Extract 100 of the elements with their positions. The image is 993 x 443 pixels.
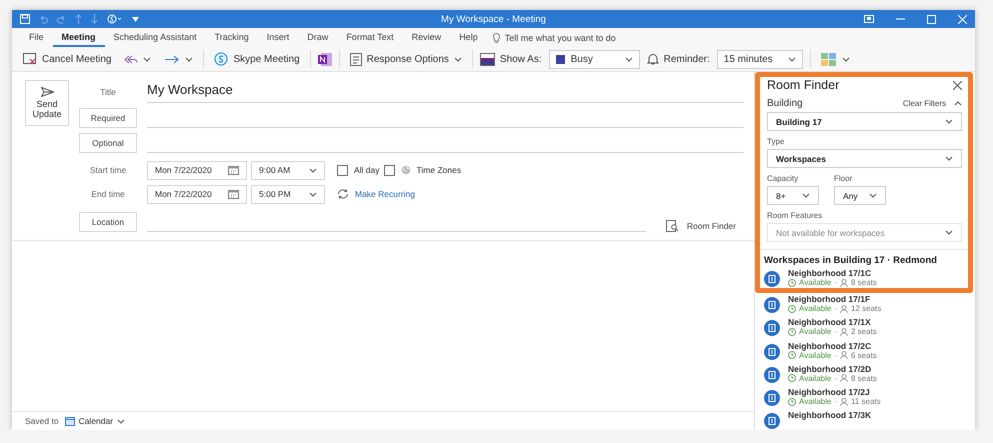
skype-meeting-button[interactable]: Skype Meeting: [211, 50, 303, 68]
skype-icon: [214, 52, 228, 66]
door-icon: [768, 348, 776, 356]
clock-icon: [788, 398, 796, 406]
availability-status: Available: [799, 374, 832, 383]
person-icon: [840, 328, 848, 336]
room-features-dropdown: Not available for workspaces: [767, 223, 962, 242]
workspace-name[interactable]: Neighborhood 17/1C: [788, 268, 877, 278]
ribbon-tab[interactable]: Tracking: [206, 28, 258, 46]
response-options-button[interactable]: Response Options: [346, 50, 465, 68]
cancel-meeting-button[interactable]: Cancel Meeting: [20, 51, 114, 67]
required-attendees-button[interactable]: Required: [79, 108, 137, 128]
send-update-button[interactable]: Send Update: [25, 80, 69, 126]
right-arrow-icon: [164, 54, 180, 64]
separator-dot: ·: [834, 327, 837, 336]
seat-count: 11 seats: [851, 397, 881, 406]
floor-dropdown[interactable]: Any: [834, 186, 886, 205]
floor-label: Floor: [834, 174, 854, 183]
building-dropdown[interactable]: Building 17: [767, 112, 962, 131]
calendar-icon[interactable]: [228, 165, 239, 175]
results-heading: Workspaces in Building 17 · Redmond: [760, 249, 968, 266]
calendar-cross-icon: [23, 53, 37, 65]
person-icon: [840, 304, 848, 312]
send-icon: [40, 86, 54, 97]
door-icon: [768, 394, 776, 402]
minimize-icon[interactable]: [896, 18, 905, 20]
seat-count: 6 seats: [851, 350, 877, 360]
maximize-icon[interactable]: [927, 14, 936, 24]
caret-icon: [842, 56, 850, 62]
ribbon-tab[interactable]: File: [20, 28, 53, 46]
type-dropdown[interactable]: Workspaces: [767, 149, 962, 168]
separator-dot: ·: [834, 304, 837, 313]
optional-attendees-button[interactable]: Optional: [79, 132, 137, 152]
caret-icon: [945, 156, 953, 161]
person-icon: [840, 398, 848, 406]
caret-icon: [454, 56, 462, 62]
door-icon: [768, 275, 776, 283]
door-icon: [768, 417, 776, 426]
caret-icon: [945, 119, 953, 124]
clear-filters-button[interactable]: Clear Filters: [902, 99, 962, 108]
checkbox[interactable]: [337, 164, 348, 176]
workspace-name[interactable]: Neighborhood 17/3K: [788, 410, 872, 420]
workspace-name[interactable]: Neighborhood 17/2D: [788, 364, 877, 374]
workspace-name[interactable]: Neighborhood 17/2C: [788, 340, 877, 351]
start-date-field[interactable]: Mon 7/22/2020: [147, 160, 247, 180]
square-icon: [556, 54, 565, 64]
person-icon: [840, 374, 848, 382]
separator-dot: ·: [834, 374, 837, 383]
capacity-dropdown[interactable]: 8+: [767, 186, 819, 205]
availability-status: Available: [799, 327, 832, 336]
seat-count: 8 seats: [851, 278, 877, 287]
customize-toolbar-icon[interactable]: [132, 16, 139, 22]
make-recurring-link[interactable]: Make Recurring: [355, 189, 415, 199]
start-time-label: Start time: [88, 165, 128, 175]
ribbon-tab[interactable]: Format Text: [337, 28, 403, 46]
availability-status: Available: [799, 350, 832, 360]
separator-dot: ·: [834, 278, 837, 287]
notebook-icon[interactable]: [318, 52, 332, 66]
calendar-dropdown[interactable]: Calendar: [64, 416, 126, 426]
recurrence-icon: [337, 189, 349, 199]
building-label: Building: [767, 98, 803, 109]
reminder-dropdown[interactable]: 15 minutes: [716, 50, 803, 68]
location-button[interactable]: Location: [79, 212, 137, 232]
ribbon-display-icon[interactable]: [864, 15, 874, 23]
ribbon-tab[interactable]: Review: [402, 28, 450, 46]
type-label: Type: [767, 137, 786, 146]
end-time-label: End time: [90, 189, 126, 199]
bell-icon: [646, 53, 659, 65]
separator-dot: ·: [834, 350, 837, 360]
show-as-dropdown[interactable]: Busy: [548, 50, 640, 68]
save-icon[interactable]: [20, 14, 30, 24]
clock-icon: [788, 328, 796, 336]
ribbon-tab[interactable]: Help: [450, 28, 487, 46]
seat-count: 12 seats: [851, 304, 882, 313]
show-as-icon: [480, 52, 495, 66]
clock-icon: [788, 304, 796, 312]
title-field[interactable]: My Workspace: [147, 80, 744, 103]
close-icon[interactable]: [953, 80, 962, 90]
caret-icon: [143, 56, 152, 62]
workspace-name[interactable]: Neighborhood 17/1F: [788, 294, 882, 304]
start-time-dropdown[interactable]: 9:00 AM: [251, 160, 325, 180]
caret-icon: [309, 192, 317, 196]
ribbon-tab[interactable]: Draw: [298, 28, 338, 46]
workspace-name[interactable]: Neighborhood 17/1X: [788, 317, 877, 328]
end-date-field[interactable]: Mon 7/22/2020: [147, 184, 247, 204]
grid-icon: [820, 52, 837, 66]
list-icon: [350, 52, 362, 66]
end-time-dropdown[interactable]: 5:00 PM: [251, 184, 325, 204]
room-finder-button[interactable]: Room Finder: [666, 220, 744, 232]
search-field[interactable]: Tell me what you want to do: [504, 32, 616, 42]
calendar-icon[interactable]: [228, 189, 239, 199]
ribbon-tab[interactable]: Insert: [258, 28, 298, 46]
workspace-name[interactable]: Neighborhood 17/2J: [788, 387, 881, 398]
ribbon-tab[interactable]: Scheduling Assistant: [104, 28, 206, 46]
door-icon: [768, 370, 776, 379]
saved-to-label: Saved to: [25, 416, 59, 426]
checkbox[interactable]: [384, 164, 395, 176]
calendar-icon: [64, 416, 75, 426]
caret-icon: [185, 56, 194, 62]
skype-icon[interactable]: [107, 14, 123, 24]
